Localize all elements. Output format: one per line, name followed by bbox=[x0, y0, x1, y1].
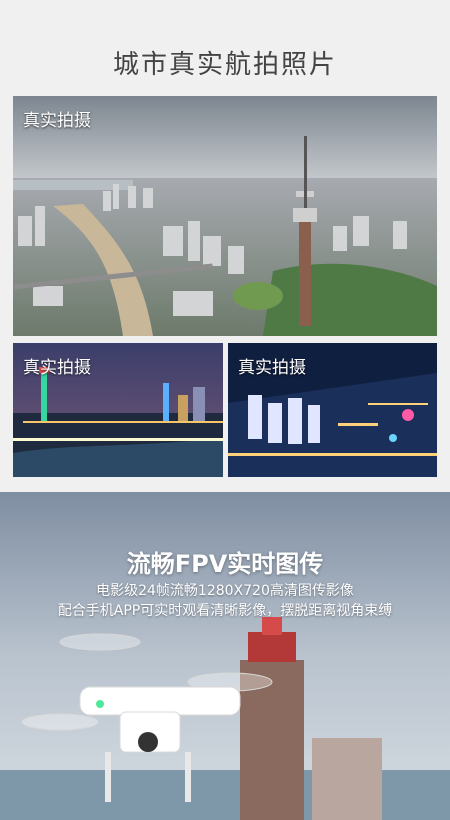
aerial-photo-section: 城市真实航拍照片 真实拍摄 真实拍摄 真实拍摄 bbox=[0, 0, 450, 492]
photo-label: 真实拍摄 bbox=[23, 358, 91, 378]
aerial-photo-night-city: 真实拍摄 bbox=[228, 343, 437, 477]
lighthouse-drone-scene bbox=[0, 492, 450, 820]
fpv-title: 流畅FPV实时图传 bbox=[126, 550, 324, 578]
fpv-description-line2: 配合手机APP可实时观看清晰影像，摆脱距离视角束缚 bbox=[57, 603, 393, 619]
fpv-banner: 流畅FPV实时图传 电影级24帧流畅1280X720高清图传影像 配合手机APP… bbox=[0, 492, 450, 820]
photo-label: 真实拍摄 bbox=[23, 111, 91, 131]
photo-label: 真实拍摄 bbox=[238, 358, 306, 378]
fpv-description-line1: 电影级24帧流畅1280X720高清图传影像 bbox=[96, 583, 354, 599]
aerial-photo-city-tower: 真实拍摄 bbox=[13, 96, 437, 336]
section-title: 城市真实航拍照片 bbox=[112, 50, 337, 80]
aerial-photo-night-bridge: 真实拍摄 bbox=[13, 343, 223, 477]
